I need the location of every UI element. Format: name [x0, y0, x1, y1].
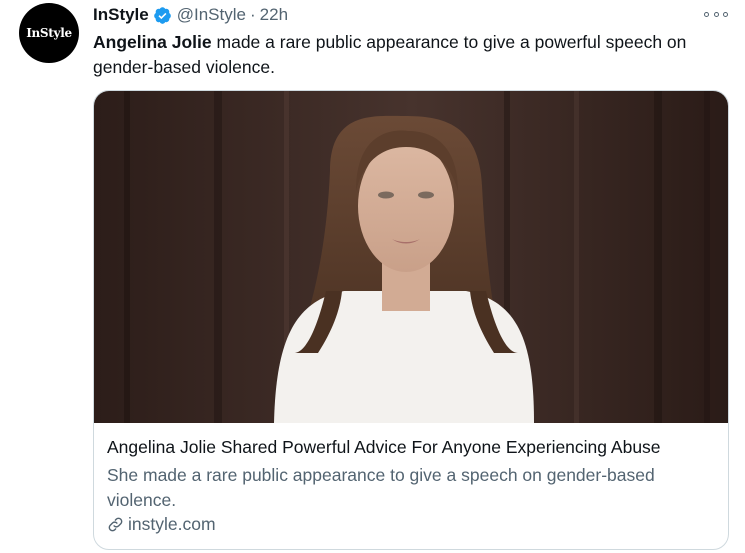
tweet-header: InStyle @InStyle · 22h [93, 4, 288, 26]
more-dot [704, 11, 709, 17]
link-icon [108, 517, 123, 532]
display-name[interactable]: InStyle [93, 5, 149, 25]
more-options-icon[interactable] [704, 7, 728, 21]
card-image[interactable] [94, 91, 728, 423]
more-dot [713, 11, 719, 17]
avatar[interactable]: InStyle [19, 3, 79, 63]
card-photo [94, 91, 728, 423]
card-description: She made a rare public appearance to giv… [107, 465, 655, 510]
card-title[interactable]: Angelina Jolie Shared Powerful Advice Fo… [107, 437, 722, 458]
handle[interactable]: @InStyle [177, 5, 246, 25]
tweet[interactable]: InStyle InStyle @InStyle · 22h Angelina … [0, 0, 745, 553]
verified-badge-icon [153, 6, 171, 24]
more-dot [723, 11, 728, 17]
tweet-mention: Angelina Jolie [93, 32, 212, 52]
link-card[interactable]: Angelina Jolie Shared Powerful Advice Fo… [93, 90, 729, 550]
tweet-text: Angelina Jolie made a rare public appear… [93, 30, 733, 80]
avatar-logo-text: InStyle [26, 26, 72, 40]
timestamp[interactable]: 22h [260, 5, 288, 25]
card-domain-text: instyle.com [128, 514, 216, 534]
card-domain[interactable]: instyle.com [107, 514, 216, 535]
separator-dot: · [249, 5, 256, 24]
